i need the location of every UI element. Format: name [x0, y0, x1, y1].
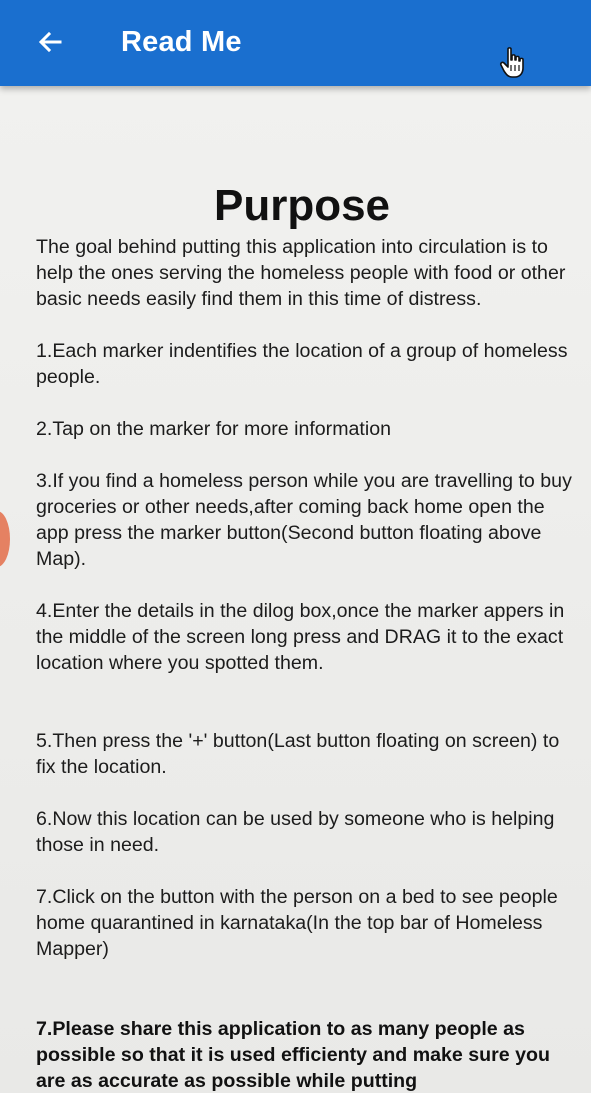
- app-bar: Read Me: [0, 0, 591, 86]
- purpose-heading: Purpose: [213, 181, 391, 230]
- edge-handle[interactable]: [0, 511, 10, 567]
- app-title: Read Me: [121, 26, 242, 58]
- step-5-text: 5.Then press the '+' button(Last button …: [36, 730, 560, 778]
- readme-content[interactable]: Purpose The goal behind putting this app…: [0, 86, 591, 1093]
- step-1-text: 1.Each marker indentifies the location o…: [36, 340, 568, 388]
- step-6-text: 6.Now this location can be used by someo…: [36, 808, 555, 856]
- step-4-text: 4.Enter the details in the dilog box,onc…: [36, 600, 565, 674]
- hand-cursor-icon: [499, 47, 524, 78]
- share-note-text: 7.Please share this application to as ma…: [36, 1018, 550, 1092]
- back-button[interactable]: [28, 20, 72, 64]
- arrow-left-icon: [38, 31, 62, 53]
- step-7-text: 7.Click on the button with the person on…: [36, 886, 558, 960]
- intro-paragraph: The goal behind putting this application…: [36, 236, 566, 310]
- step-2-text: 2.Tap on the marker for more information: [36, 418, 392, 440]
- step-3-text: 3.If you find a homeless person while yo…: [36, 470, 572, 570]
